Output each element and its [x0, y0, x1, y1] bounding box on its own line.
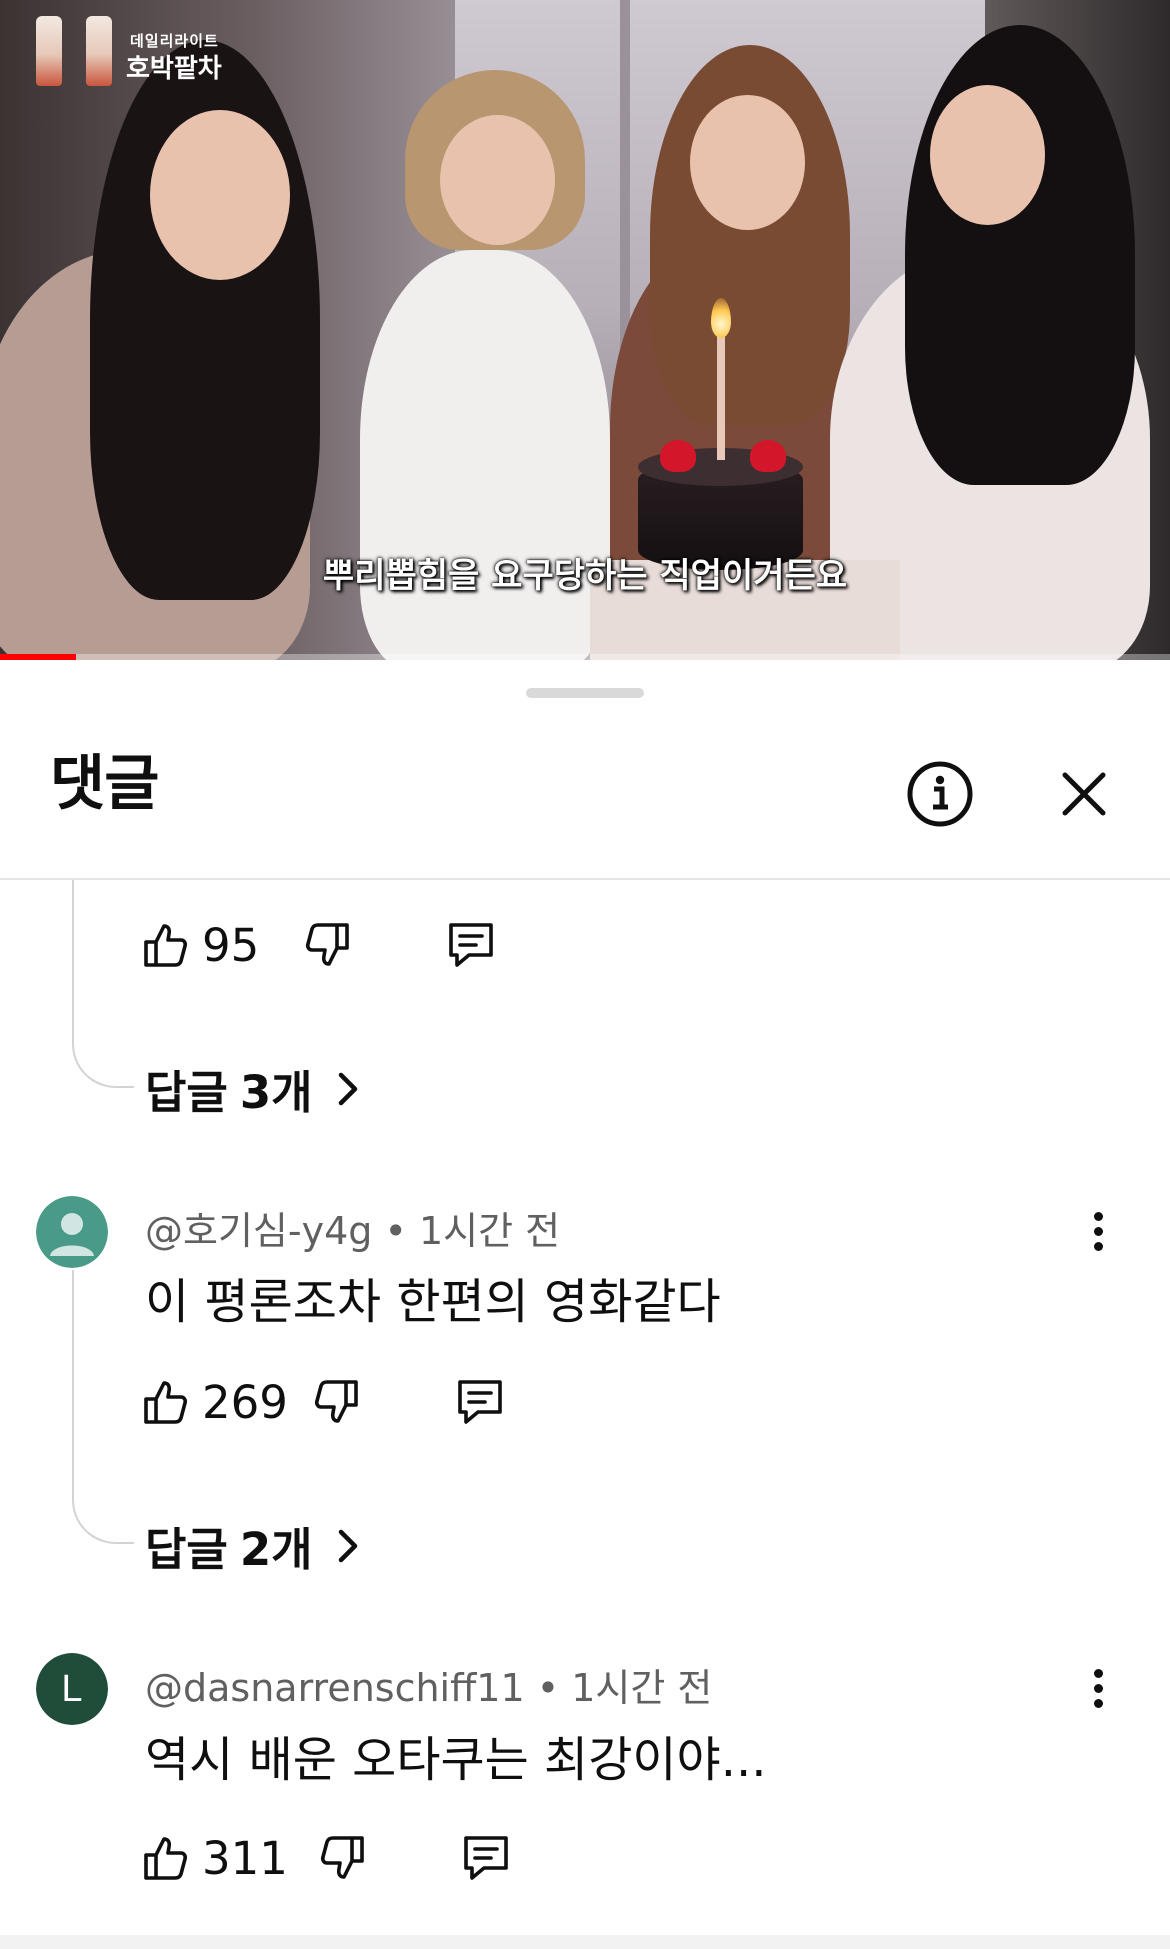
person-2: [360, 250, 610, 660]
replies-label: 답글: [145, 1523, 228, 1576]
sponsor-bottle-1: [36, 16, 62, 86]
reply-icon[interactable]: [460, 1832, 512, 1884]
like-icon[interactable]: [142, 1834, 190, 1882]
comment-meta: @호기심-y4g • 1시간 전: [145, 1200, 560, 1255]
comment-author[interactable]: @dasnarrenschiff11: [145, 1666, 525, 1710]
like-count: 269: [202, 1375, 288, 1429]
comment-actions: 269: [142, 1372, 506, 1432]
dislike-icon[interactable]: [318, 1834, 366, 1882]
close-button[interactable]: [1060, 770, 1108, 818]
avatar[interactable]: [36, 1196, 108, 1268]
dislike-icon[interactable]: [303, 921, 351, 969]
person-2-face: [440, 115, 555, 245]
video-player[interactable]: 데일리라이트 호박팥차 뿌리뽑힘을 요구당하는 직업이거든요: [0, 0, 1170, 660]
video-subtitle: 뿌리뽑힘을 요구당하는 직업이거든요: [322, 556, 848, 596]
close-icon: [1062, 772, 1106, 816]
candle-flame: [711, 298, 731, 338]
comment-time: 1시간 전: [418, 1209, 561, 1253]
chevron-right-icon: [338, 1072, 357, 1105]
person-1-face: [150, 110, 290, 280]
more-dot: [1093, 1698, 1103, 1708]
chevron-right-icon: [338, 1529, 357, 1562]
view-replies-link[interactable]: 답글 2개: [145, 1513, 363, 1578]
comment-time: 1시간 전: [571, 1666, 713, 1710]
thread-line: [72, 880, 134, 1088]
meta-separator: •: [536, 1666, 572, 1710]
person-3-face: [690, 95, 805, 230]
dislike-icon[interactable]: [312, 1378, 360, 1426]
meta-separator: •: [384, 1209, 419, 1253]
candle: [717, 330, 725, 460]
like-count: 311: [202, 1831, 288, 1885]
sheet-title: 댓글: [50, 749, 159, 819]
more-dot: [1093, 1241, 1103, 1251]
reply-icon[interactable]: [454, 1376, 506, 1428]
avatar[interactable]: L: [36, 1653, 108, 1725]
more-dot: [1093, 1226, 1103, 1236]
replies-count: 2개: [239, 1523, 313, 1576]
bottom-edge: [0, 1935, 1170, 1949]
view-replies-link[interactable]: 답글 3개: [145, 1056, 363, 1121]
more-dot: [1093, 1211, 1103, 1221]
comment-text: 역시 배운 오타쿠는 최강이야...: [145, 1732, 767, 1788]
person-4-face: [930, 85, 1045, 225]
more-dot: [1093, 1683, 1103, 1693]
like-icon[interactable]: [142, 921, 190, 969]
replies-label: 답글: [145, 1066, 228, 1119]
person-4-hair: [905, 25, 1135, 485]
replies-count: 3개: [239, 1066, 313, 1119]
video-progress-bar[interactable]: [0, 654, 1170, 660]
default-avatar-icon: [36, 1196, 108, 1268]
like-icon[interactable]: [142, 1378, 190, 1426]
comment-meta: @dasnarrenschiff11 • 1시간 전: [145, 1657, 712, 1712]
comment-author[interactable]: @호기심-y4g: [145, 1209, 372, 1253]
more-options-button[interactable]: [1078, 1201, 1118, 1261]
comment-text: 이 평론조차 한편의 영화같다: [145, 1274, 721, 1330]
avatar-letter: L: [36, 1653, 108, 1725]
more-dot: [1093, 1668, 1103, 1678]
drag-handle[interactable]: [526, 688, 644, 698]
cake-heart-right: [750, 440, 786, 472]
cake-heart-left: [660, 440, 696, 472]
like-count: 95: [202, 918, 260, 972]
thread-line: [72, 1270, 134, 1544]
video-progress-fill: [0, 654, 77, 660]
header-divider: [0, 878, 1170, 880]
sponsor-name-big: 호박팥차: [126, 54, 222, 84]
sponsor-bottle-2: [86, 16, 112, 86]
info-button[interactable]: [906, 760, 974, 828]
reply-icon[interactable]: [445, 919, 497, 971]
info-icon: [907, 761, 973, 827]
comment-actions: 95: [142, 915, 497, 975]
comment-actions: 311: [142, 1828, 512, 1888]
more-options-button[interactable]: [1078, 1658, 1118, 1718]
